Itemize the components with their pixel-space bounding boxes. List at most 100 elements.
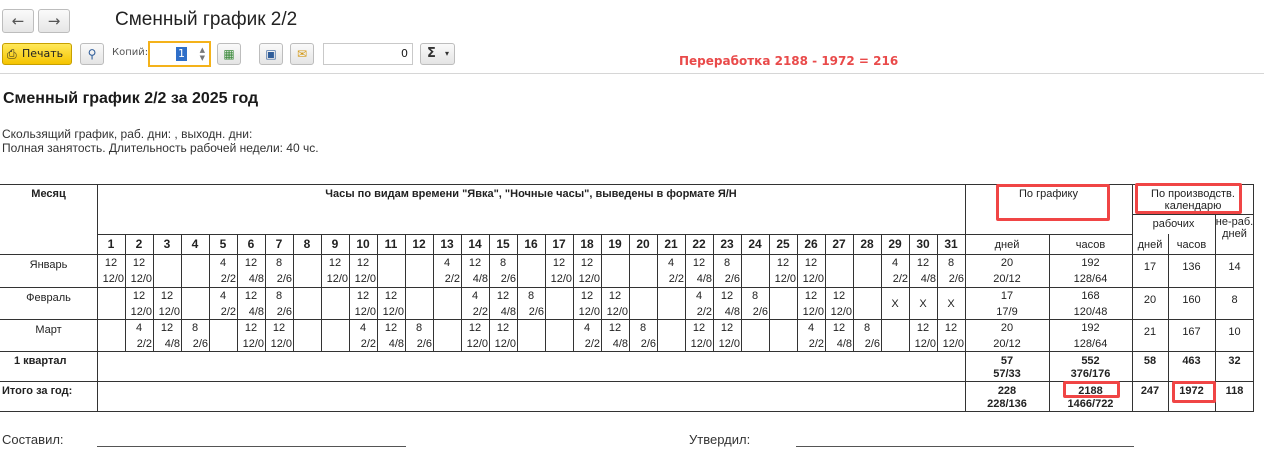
day-cell-split: 12/0 [130,273,152,285]
day-cell-hours: 4 [695,290,703,302]
table-settings-icon: ▦ [223,47,235,61]
day-cell-split: 12/0 [802,273,824,285]
envelope-icon: ✉ [296,47,308,61]
total-cal-off: 118 [1225,385,1244,397]
day-cell-hours: 12 [804,290,818,302]
day-number-header: 26 [804,237,818,251]
day-number-header: 11 [384,237,398,251]
day-cell-hours: 8 [639,322,647,334]
day-cell-hours: 12 [832,290,846,302]
working-subheader: рабочих [1152,218,1195,230]
day-cell-hours: 12 [468,257,482,269]
day-cell-hours: 4 [471,290,479,302]
forward-button[interactable]: → [38,9,70,33]
day-cell-split: 2/6 [416,338,432,350]
cal-days: 17 [1143,261,1157,273]
day-cell-hours: 8 [275,257,283,269]
sched-hours: 192 [1081,322,1100,334]
back-button[interactable]: ← [2,9,34,33]
day-cell-split: 4/8 [472,273,488,285]
copies-input[interactable]: 1 ▲ ▼ [148,41,211,67]
day-cell-hours: 4 [359,322,367,334]
day-cell-split: 12/0 [354,273,376,285]
day-cell-hours: 4 [807,322,815,334]
save-button[interactable]: ▣ [259,43,283,65]
day-cell-hours: 8 [863,322,871,334]
toolbar-separator [0,73,1264,74]
month-column-header: Месяц [31,188,66,200]
day-cell-hours: 12 [384,290,398,302]
day-cell-hours: X [919,298,927,310]
day-cell-hours: 12 [384,322,398,334]
day-cell-hours: 12 [608,322,622,334]
sched-hours-sub: 120/48 [1073,306,1108,318]
day-number-header: 29 [888,237,902,251]
quarter-cal-days: 58 [1143,355,1157,367]
quarter-label: 1 квартал [14,355,67,367]
day-cell-hours: 12 [692,322,706,334]
day-cell-split: 12/0 [774,273,796,285]
day-number-header: 8 [303,237,311,251]
window-title: Сменный график 2/2 [115,9,298,30]
day-number-header: 7 [275,237,283,251]
day-cell-split: 12/0 [550,273,572,285]
nonworking-subheader: не-раб. дней [1215,216,1254,240]
cal-hours: 167 [1182,326,1201,338]
copies-label: Копий: [112,47,149,58]
sum-button[interactable]: Σ ▾ [420,43,455,65]
day-number-header: 28 [860,237,874,251]
print-button[interactable]: ⎙ Печать [2,43,72,65]
quarter-sched-hours-sub: 376/176 [1070,368,1111,380]
day-number-header: 15 [496,237,510,251]
day-cell-hours: 12 [496,322,510,334]
day-cell-split: 4/8 [836,338,852,350]
day-number-header: 14 [468,237,482,251]
day-cell-hours: 8 [751,290,759,302]
day-cell-hours: 12 [272,322,286,334]
settings-button[interactable]: ▦ [217,43,241,65]
mail-button[interactable]: ✉ [290,43,314,65]
sum-value-field[interactable]: 0 [323,43,413,65]
cal-days: 21 [1143,326,1157,338]
day-cell-split: 2/2 [220,273,236,285]
day-cell-split: 2/2 [892,273,908,285]
sigma-icon: Σ [427,46,436,61]
day-number-header: 31 [944,237,958,251]
day-cell-split: 4/8 [248,306,264,318]
month-name: Февраль [26,292,71,304]
schedule-column-header: По графику [1019,188,1078,200]
approved-signature-line [796,446,1134,447]
day-number-header: 1 [107,237,115,251]
day-number-header: 4 [191,237,199,251]
day-cell-hours: 8 [527,290,535,302]
sched-days-sub: 20/12 [993,273,1021,285]
cal-off: 8 [1231,294,1238,306]
sched-days: 20 [1000,322,1014,334]
day-number-header: 25 [776,237,790,251]
day-cell-hours: 8 [499,257,507,269]
day-cell-hours: 12 [244,290,258,302]
day-cell-hours: 4 [443,257,451,269]
day-cell-split: 12/0 [942,338,964,350]
composed-signature-line [97,446,406,447]
overtime-annotation: Переработка 2188 - 1972 = 216 [679,54,899,68]
day-cell-split: 2/6 [192,338,208,350]
day-cell-hours: 8 [191,322,199,334]
sched-hours-subheader: часов [1075,239,1106,251]
day-cell-hours: 8 [275,290,283,302]
day-cell-split: 12/0 [578,306,600,318]
month-name: Март [35,324,62,336]
spinner-icon[interactable]: ▲ ▼ [200,46,205,62]
total-sched-hours-sub: 1466/722 [1067,398,1114,410]
sched-days-sub: 17/9 [996,306,1018,318]
arrow-right-icon: → [47,12,61,30]
day-number-header: 5 [219,237,227,251]
preview-button[interactable]: ⚲ [80,43,104,65]
day-cell-split: 12/0 [578,273,600,285]
sched-days-sub: 20/12 [993,338,1021,350]
day-number-header: 27 [832,237,846,251]
day-cell-hours: 12 [132,290,146,302]
day-cell-hours: 12 [356,290,370,302]
day-cell-split: 4/8 [920,273,936,285]
day-cell-hours: 12 [916,257,930,269]
